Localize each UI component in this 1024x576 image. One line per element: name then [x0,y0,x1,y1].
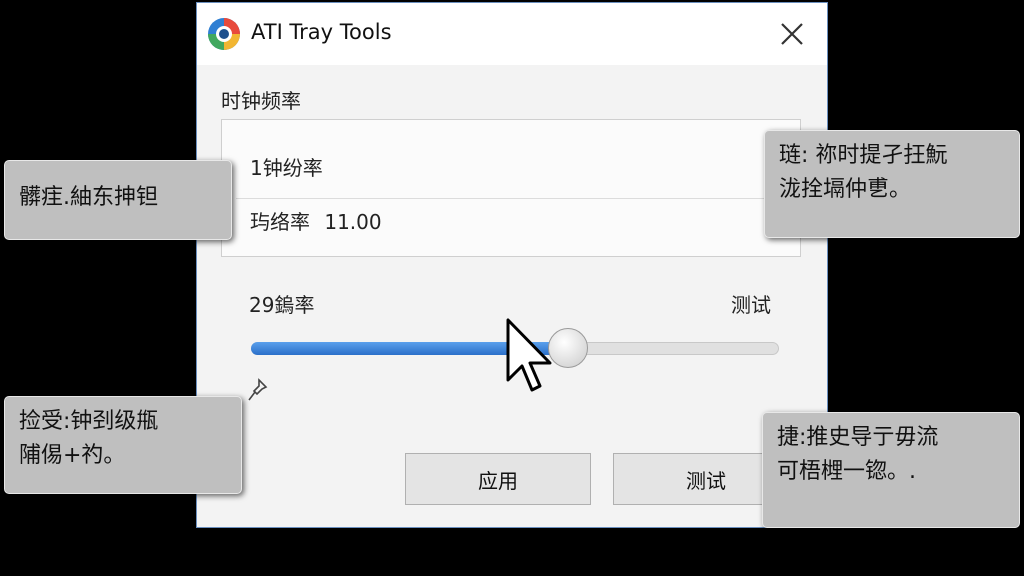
slider-right-label: 测试 [731,293,771,317]
mouse-cursor-icon [506,318,552,392]
window-title: ATI Tray Tools [251,20,392,44]
pin-icon[interactable] [247,377,269,403]
freq-row-1: 1钟纷率 [250,156,323,180]
freq-row-2-value: 11.00 [324,210,382,234]
callout-left-bottom-line2: 陠㑥+礿。 [19,443,126,468]
slider-left-label: 29鎢率 [249,293,315,317]
callout-right-bottom-line2: 可梧榸一锪。. [777,459,916,484]
apply-button[interactable]: 应用 [405,453,591,505]
callout-right-bottom-line1: 捷:推史导亍毋流 [777,425,939,450]
callout-left-bottom-line1: 捡受:钟刭级甁 [19,409,159,434]
freq-row-2: 玙络率 11.00 [250,206,382,235]
freq-row-2-label: 玙络率 [250,210,310,234]
callout-left-top-line1: 髒疰.紬东抻钽 [19,185,158,210]
ati-logo-icon [208,18,240,50]
clock-frequency-panel: 1钟纷率 玙络率 11.00 [221,119,801,257]
close-button[interactable] [757,3,827,65]
callout-right-top: 琏: 祢时提孑抂魭 泷拴塥仲乶。 [764,130,1020,238]
callout-left-bottom: 捡受:钟刭级甁 陠㑥+礿。 [4,396,242,494]
clock-group-label: 时钟频率 [221,89,301,113]
title-bar[interactable]: ATI Tray Tools [197,3,827,65]
callout-right-top-line2: 泷拴塥仲乶。 [779,177,912,202]
ati-tray-tools-dialog: ATI Tray Tools 时钟频率 1钟纷率 玙络率 11.00 29鎢率 … [196,2,828,528]
close-icon [781,23,803,45]
callout-right-top-line1: 琏: 祢时提孑抂魭 [779,143,948,168]
callout-right-bottom: 捷:推史导亍毋流 可梧榸一锪。. [762,412,1020,528]
callout-left-top: 髒疰.紬东抻钽 [4,160,232,240]
row-divider [236,198,786,199]
